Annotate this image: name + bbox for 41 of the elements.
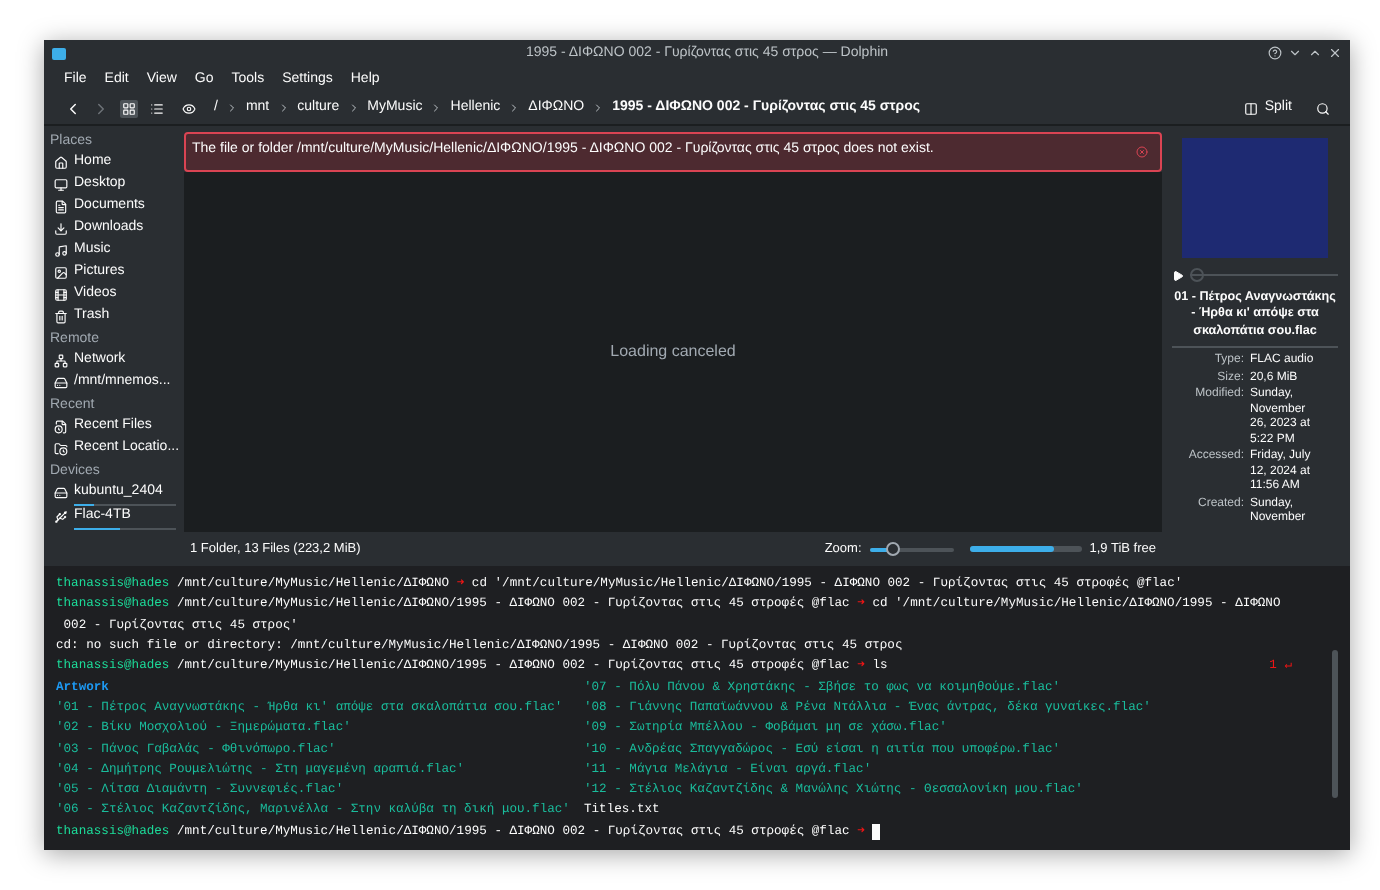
search-icon[interactable]	[1316, 101, 1330, 116]
trash-icon	[54, 309, 68, 324]
seek-slider[interactable]	[1190, 268, 1338, 283]
chevron-icon	[592, 102, 605, 115]
maximize-icon[interactable]	[1308, 46, 1322, 61]
minimize-icon[interactable]	[1288, 46, 1302, 61]
zoom-slider[interactable]	[869, 542, 954, 557]
download-icon	[54, 221, 68, 236]
usb-drive-icon	[54, 509, 68, 524]
network-icon	[54, 353, 68, 368]
close-icon[interactable]	[1328, 46, 1342, 61]
clock-folder-icon	[54, 441, 68, 456]
slider-thumb[interactable]	[885, 542, 900, 557]
preview-icon[interactable]	[182, 101, 196, 116]
film-icon	[54, 287, 68, 302]
music-note-icon	[54, 243, 68, 258]
drive-icon	[54, 485, 68, 500]
terminal[interactable]	[44, 566, 1350, 850]
seek-thumb[interactable]	[1190, 268, 1204, 283]
help-icon[interactable]	[1268, 46, 1282, 61]
chevron-icon	[225, 102, 238, 115]
forward-icon[interactable]	[92, 99, 110, 118]
chevron-icon	[430, 102, 443, 115]
clock-file-icon	[54, 419, 68, 434]
cursor	[872, 823, 881, 840]
monitor-icon	[54, 177, 68, 192]
app-icon	[52, 47, 66, 60]
chevron-icon	[508, 102, 521, 115]
status-message: Loading canceled	[610, 339, 736, 364]
scrollbar[interactable]	[1332, 650, 1338, 799]
chevron-icon	[347, 102, 360, 115]
home-icon	[54, 155, 68, 170]
details-view-button[interactable]	[148, 99, 166, 118]
play-icon[interactable]	[1172, 269, 1184, 282]
chevron-icon	[277, 102, 290, 115]
icons-view-button[interactable]	[120, 99, 138, 118]
document-icon	[54, 199, 68, 214]
back-icon[interactable]	[64, 99, 82, 118]
split-view-icon	[1244, 101, 1259, 116]
drive-icon	[54, 375, 68, 390]
image-icon	[54, 265, 68, 280]
